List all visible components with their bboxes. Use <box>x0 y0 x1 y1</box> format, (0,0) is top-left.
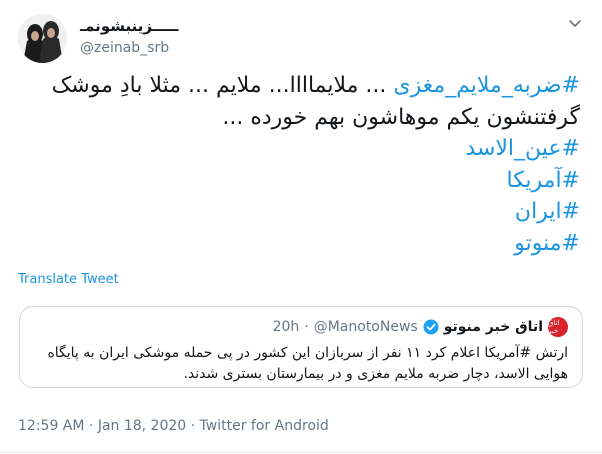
quoted-tweet-time[interactable]: 20h <box>273 319 300 335</box>
divider <box>0 452 602 453</box>
hashtag-link[interactable]: #آمریکا <box>20 165 580 197</box>
avatar[interactable] <box>18 14 67 63</box>
separator-dot: · <box>186 418 200 434</box>
separator-dot: · <box>304 319 309 335</box>
quoted-text-line-1: ارتش #آمریکا اعلام کرد ۱۱ نفر از سربازان… <box>47 345 568 361</box>
hashtag-link[interactable]: #ایران <box>20 196 580 228</box>
hashtag-link[interactable]: #منوتو <box>20 228 580 260</box>
tweet-date[interactable]: Jan 18, 2020 <box>98 418 186 434</box>
hashtag-link[interactable]: #عین_الاسد <box>20 133 580 165</box>
tweet-line-1: #ضربه_ملایم_مغزی ... ملایماااا... ملایم … <box>20 70 580 102</box>
tweet-line-2: گرفتنشون یکم موهاشون بهم خورده ... <box>222 104 580 130</box>
tweet-text: #ضربه_ملایم_مغزی ... ملایماااا... ملایم … <box>20 70 580 259</box>
separator-dot: · <box>84 418 98 434</box>
tweet-source-link[interactable]: Twitter for Android <box>200 418 329 434</box>
quoted-user-handle[interactable]: @ManotoNews <box>314 319 418 335</box>
translate-tweet-link[interactable]: Translate Tweet <box>18 272 119 287</box>
verified-badge-icon <box>423 319 439 335</box>
tweet-time[interactable]: 12:59 AM <box>18 418 84 434</box>
quoted-display-name[interactable]: اتاق خبر منوتو <box>444 319 543 335</box>
tweet-metadata: 12:59 AM · Jan 18, 2020 · Twitter for An… <box>18 418 329 434</box>
chevron-down-icon[interactable] <box>568 16 582 30</box>
quoted-text-line-2: هوایی الاسد، دچار ضربه ملایم مغزی و در ب… <box>183 366 568 382</box>
user-handle[interactable]: @zeinab_srb <box>80 40 169 56</box>
tweet-line-1-text: ... ملایماااا... ملایم ... مثلا بادِ موش… <box>51 73 394 98</box>
quoted-tweet[interactable]: 20h · @ManotoNews اتاق خبر منوتو اتاق خب… <box>19 306 583 388</box>
display-name[interactable]: ـــــزینبشونمـ <box>80 17 178 35</box>
hashtag-link[interactable]: #ضربه_ملایم_مغزی <box>393 73 580 98</box>
quoted-avatar-logo-text: اتاق خبر <box>548 319 560 335</box>
quoted-avatar[interactable]: اتاق خبر <box>548 317 568 337</box>
quoted-tweet-text: ارتش #آمریکا اعلام کرد ۱۱ نفر از سربازان… <box>32 343 568 385</box>
tweet-header: ـــــزینبشونمـ @zeinab_srb <box>18 14 584 63</box>
avatar-image-icon <box>18 14 67 63</box>
quoted-tweet-header: 20h · @ManotoNews اتاق خبر منوتو اتاق خب… <box>273 317 568 337</box>
